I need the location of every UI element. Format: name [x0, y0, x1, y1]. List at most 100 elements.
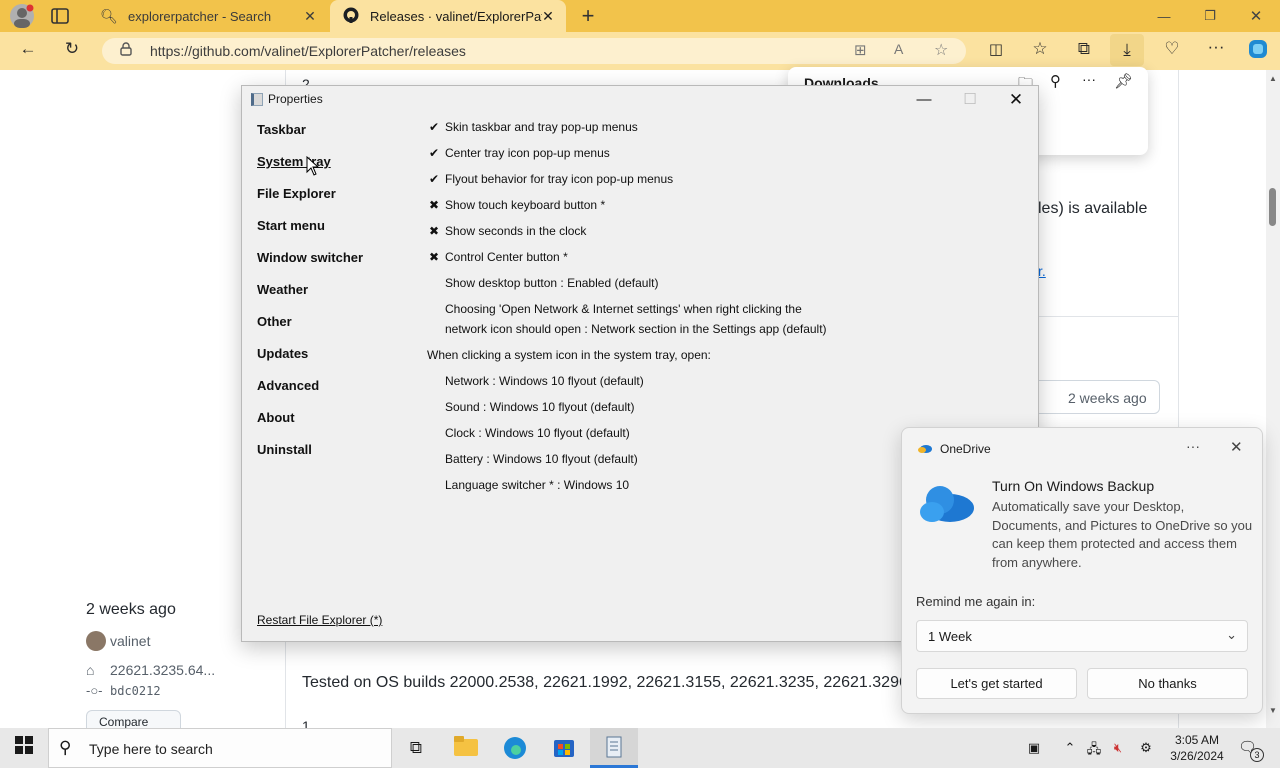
- app-icon: [251, 93, 263, 106]
- downloads-icon[interactable]: ⤓: [1110, 34, 1144, 66]
- chevron-up-icon[interactable]: ⌃: [1060, 740, 1080, 756]
- author-link[interactable]: valinet: [110, 633, 150, 649]
- minimize-button[interactable]: —: [901, 86, 947, 114]
- flyout-heading: When clicking a system icon in the syste…: [427, 348, 711, 362]
- page-scrollbar[interactable]: ▲ ▼: [1266, 70, 1280, 728]
- maximize-button[interactable]: ☐: [947, 86, 993, 114]
- close-tab-icon[interactable]: ✕: [540, 8, 556, 25]
- tag-link[interactable]: 22621.3235.64...: [110, 662, 215, 678]
- window-minimize-button[interactable]: —: [1146, 4, 1182, 28]
- network-icon[interactable]: 🖧︎: [1084, 740, 1104, 762]
- restart-explorer-link[interactable]: Restart File Explorer (*): [257, 613, 382, 627]
- release-meta-box: 2 weeks ago: [1038, 380, 1160, 414]
- edge-icon[interactable]: [502, 736, 528, 760]
- app-available-icon[interactable]: ⊞: [854, 41, 867, 59]
- nav-weather[interactable]: Weather: [257, 282, 308, 297]
- option-language-switcher[interactable]: Language switcher * : Windows 10: [445, 478, 629, 492]
- remind-label: Remind me again in:: [916, 594, 1036, 609]
- windows-taskbar: ⚲ Type here to search ⧉ ▣ ⌃ 🖧︎ 🔇︎ ⚙ 3:05…: [0, 728, 1280, 768]
- start-button[interactable]: [11, 736, 37, 760]
- file-explorer-icon[interactable]: [453, 736, 479, 760]
- notification-heading: Turn On Windows Backup: [992, 478, 1155, 494]
- collections-icon[interactable]: ⧉: [1072, 39, 1096, 59]
- remind-dropdown[interactable]: 1 Week ⌄: [916, 620, 1248, 652]
- no-thanks-button[interactable]: No thanks: [1087, 668, 1248, 699]
- volume-muted-icon[interactable]: 🔇︎: [1108, 740, 1128, 756]
- profile-icon: [14, 4, 34, 28]
- window-close-button[interactable]: ✕: [1238, 4, 1274, 28]
- new-tab-button[interactable]: +: [576, 3, 600, 28]
- split-screen-icon[interactable]: ◫: [984, 40, 1008, 58]
- profile-avatar[interactable]: [10, 4, 34, 28]
- release-note-text: les) is available: [1038, 200, 1148, 217]
- nav-start-menu[interactable]: Start menu: [257, 218, 325, 233]
- check-icon: ✔: [428, 172, 440, 186]
- window-restore-button[interactable]: ❐: [1192, 4, 1228, 28]
- commit-link[interactable]: bdc0212: [110, 684, 161, 698]
- release-time: 2 weeks ago: [86, 601, 176, 618]
- tab-releases[interactable]: Releases · valinet/ExplorerPatcher ✕: [330, 0, 566, 32]
- nav-about[interactable]: About: [257, 410, 295, 425]
- task-view-icon[interactable]: ⧉: [403, 736, 429, 760]
- nav-window-switcher[interactable]: Window switcher: [257, 250, 363, 265]
- clock-time: 3:05 AM: [1174, 733, 1220, 747]
- pin-icon[interactable]: 📌︎: [1114, 72, 1133, 90]
- settings-gear-icon[interactable]: ⚙: [1136, 740, 1156, 756]
- lock-icon: [120, 42, 132, 59]
- onedrive-cloud-icon: [920, 486, 974, 522]
- search-icon[interactable]: ⚲: [1050, 72, 1061, 90]
- avatar[interactable]: [86, 631, 106, 651]
- cross-icon: ✖: [428, 250, 440, 264]
- commit-icon: -○-: [86, 683, 103, 698]
- tested-builds-text: Tested on OS builds 22000.2538, 22621.19…: [302, 674, 931, 691]
- nav-file-explorer[interactable]: File Explorer: [257, 186, 336, 201]
- nav-updates[interactable]: Updates: [257, 346, 308, 361]
- more-icon[interactable]: ···: [1204, 37, 1228, 57]
- check-icon: ✔: [428, 146, 440, 160]
- scrollbar-thumb[interactable]: [1269, 188, 1276, 226]
- store-icon[interactable]: [551, 736, 577, 760]
- tab-search[interactable]: 🔍︎ explorerpatcher - Search ✕: [88, 0, 328, 32]
- onedrive-icon: [918, 445, 932, 453]
- url-text: https://github.com/valinet/ExplorerPatch…: [150, 43, 466, 59]
- release-link[interactable]: r.: [1038, 263, 1046, 279]
- option-battery-flyout[interactable]: Battery : Windows 10 flyout (default): [445, 452, 638, 466]
- system-clock[interactable]: 3:05 AM 3/26/2024: [1170, 732, 1224, 764]
- scroll-up-icon[interactable]: ▲: [1269, 74, 1277, 83]
- tab-actions-icon[interactable]: [50, 6, 70, 26]
- window-titlebar[interactable]: Properties — ☐ ✕: [242, 86, 1038, 114]
- option-clock-flyout[interactable]: Clock : Windows 10 flyout (default): [445, 426, 630, 440]
- close-tab-icon[interactable]: ✕: [302, 8, 318, 25]
- nav-advanced[interactable]: Advanced: [257, 378, 319, 393]
- more-icon[interactable]: ···: [1082, 71, 1096, 87]
- mouse-cursor-icon: [306, 156, 320, 176]
- close-button[interactable]: ✕: [993, 86, 1039, 114]
- nav-taskbar[interactable]: Taskbar: [257, 122, 306, 137]
- scroll-down-icon[interactable]: ▼: [1269, 706, 1277, 715]
- nav-other[interactable]: Other: [257, 314, 292, 329]
- more-options-icon[interactable]: ···: [1186, 438, 1200, 454]
- refresh-button[interactable]: ↻: [60, 39, 84, 59]
- nav-uninstall[interactable]: Uninstall: [257, 442, 312, 457]
- favorites-icon[interactable]: ☆: [1028, 39, 1052, 59]
- close-icon[interactable]: ✕: [1230, 438, 1243, 456]
- copilot-icon[interactable]: [1246, 38, 1270, 65]
- read-aloud-icon[interactable]: A: [894, 41, 903, 57]
- favorite-icon[interactable]: ☆: [934, 40, 948, 60]
- option-sound-flyout[interactable]: Sound : Windows 10 flyout (default): [445, 400, 634, 414]
- properties-app-icon[interactable]: [601, 736, 627, 760]
- back-button[interactable]: ←: [16, 39, 40, 59]
- option-network-flyout[interactable]: Network : Windows 10 flyout (default): [445, 374, 644, 388]
- release-time: 2 weeks ago: [1068, 390, 1147, 406]
- taskbar-search-box[interactable]: ⚲ Type here to search: [48, 728, 392, 768]
- tab-label: explorerpatcher - Search: [128, 8, 272, 24]
- notification-count-badge: 3: [1250, 748, 1264, 762]
- address-bar[interactable]: https://github.com/valinet/ExplorerPatch…: [102, 38, 966, 64]
- widget-icon[interactable]: ▣: [1024, 740, 1044, 756]
- get-started-button[interactable]: Let's get started: [916, 668, 1077, 699]
- compare-button[interactable]: Compare: [86, 710, 181, 728]
- cross-icon: ✖: [428, 224, 440, 238]
- window-title: Properties: [268, 92, 323, 106]
- performance-icon[interactable]: ♡: [1160, 39, 1184, 59]
- notification-app-name: OneDrive: [940, 442, 991, 456]
